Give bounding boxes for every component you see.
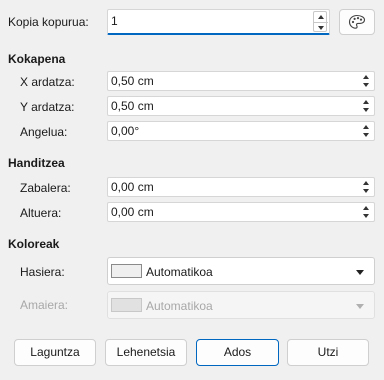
start-color-swatch (111, 264, 142, 278)
start-color-value: Automatikoa (146, 265, 213, 279)
angle-spinbox[interactable]: 0,00° (107, 121, 375, 141)
angle-value: 0,00° (111, 124, 140, 138)
height-decrement-button[interactable] (359, 212, 373, 220)
height-spin-buttons[interactable] (359, 204, 373, 220)
ok-button[interactable]: Ados (196, 339, 279, 366)
placement-section-title: Kokapena (8, 52, 66, 66)
y-axis-spinbox[interactable]: 0,50 cm (107, 96, 375, 116)
height-label: Altuera: (20, 206, 62, 220)
copies-increment-button[interactable] (314, 12, 328, 22)
chevron-up-icon (363, 206, 369, 210)
y-axis-spin-buttons[interactable] (359, 98, 373, 114)
chevron-down-icon (356, 304, 364, 309)
height-increment-button[interactable] (359, 204, 373, 212)
end-color-value: Automatikoa (146, 299, 213, 313)
width-spinbox[interactable]: 0,00 cm (107, 177, 375, 197)
x-axis-label: X ardatza: (20, 75, 75, 89)
chevron-down-icon (363, 214, 369, 218)
y-axis-value: 0,50 cm (111, 99, 154, 113)
y-axis-label: Y ardatza: (20, 100, 75, 114)
start-color-dropdown[interactable]: Automatikoa (107, 257, 375, 285)
height-value: 0,00 cm (111, 205, 154, 219)
enlargement-section-title: Handitzea (8, 156, 65, 170)
cancel-button[interactable]: Utzi (287, 339, 369, 366)
copies-label: Kopia kopurua: (8, 15, 89, 29)
x-axis-increment-button[interactable] (359, 73, 373, 81)
values-from-selection-button[interactable] (339, 9, 375, 35)
x-axis-spin-buttons[interactable] (359, 73, 373, 89)
y-axis-decrement-button[interactable] (359, 106, 373, 114)
chevron-up-icon (363, 125, 369, 129)
end-color-swatch (111, 298, 142, 312)
end-color-label: Amaiera: (20, 298, 69, 312)
colors-section-title: Koloreak (8, 237, 60, 251)
defaults-button[interactable]: Lehenetsia (105, 339, 187, 366)
width-increment-button[interactable] (359, 179, 373, 187)
start-color-label: Hasiera: (20, 265, 65, 279)
chevron-up-icon (363, 75, 369, 79)
chevron-down-icon (356, 270, 364, 275)
chevron-down-icon (363, 83, 369, 87)
angle-increment-button[interactable] (359, 123, 373, 131)
y-axis-increment-button[interactable] (359, 98, 373, 106)
x-axis-decrement-button[interactable] (359, 81, 373, 89)
x-axis-value: 0,50 cm (111, 74, 154, 88)
angle-decrement-button[interactable] (359, 131, 373, 139)
chevron-up-icon (363, 100, 369, 104)
copies-decrement-button[interactable] (314, 22, 328, 32)
chevron-down-icon (363, 108, 369, 112)
width-decrement-button[interactable] (359, 187, 373, 195)
width-value: 0,00 cm (111, 180, 154, 194)
chevron-down-icon (363, 189, 369, 193)
x-axis-spinbox[interactable]: 0,50 cm (107, 71, 375, 91)
width-label: Zabalera: (20, 181, 71, 195)
angle-spin-buttons[interactable] (359, 123, 373, 139)
chevron-up-icon (318, 15, 324, 19)
chevron-down-icon (318, 25, 324, 30)
width-spin-buttons[interactable] (359, 179, 373, 195)
end-color-dropdown: Automatikoa (107, 291, 375, 319)
chevron-up-icon (363, 181, 369, 185)
palette-icon (348, 14, 366, 29)
height-spinbox[interactable]: 0,00 cm (107, 202, 375, 222)
help-button[interactable]: Laguntza (14, 339, 96, 366)
angle-label: Angelua: (20, 125, 68, 139)
copies-spin-buttons[interactable] (313, 11, 328, 32)
chevron-down-icon (363, 133, 369, 137)
copies-spinbox[interactable]: 1 (107, 9, 330, 35)
copies-value: 1 (111, 14, 118, 28)
